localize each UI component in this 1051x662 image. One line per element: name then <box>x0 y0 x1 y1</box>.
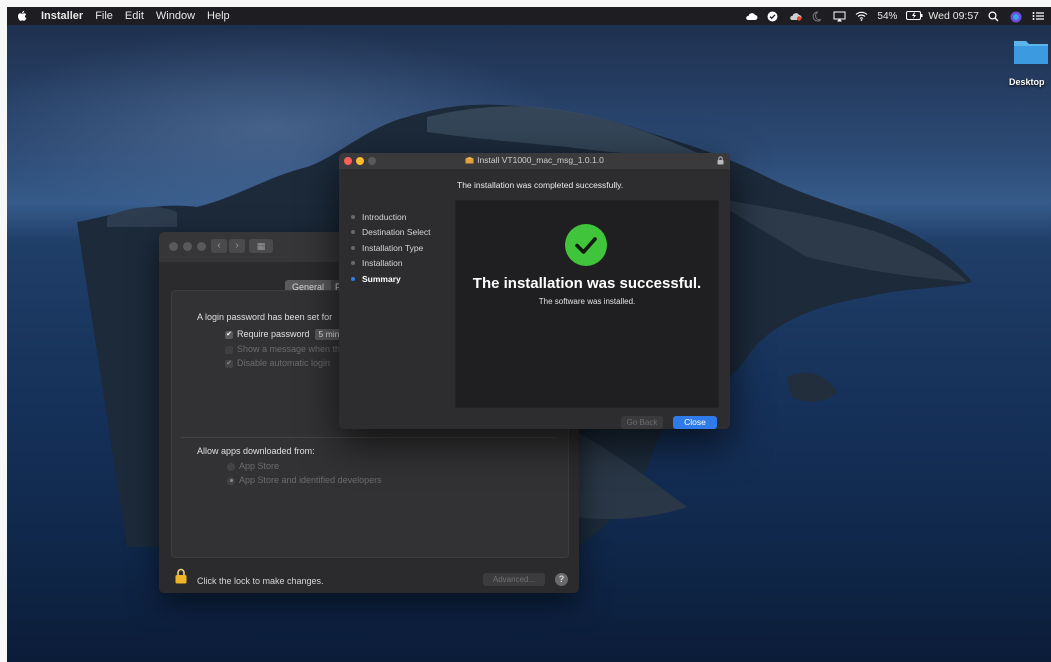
app-store-option: App Store <box>227 461 279 471</box>
section-divider <box>181 437 557 438</box>
minimize-traffic-light[interactable] <box>183 242 192 251</box>
battery-charging-icon[interactable] <box>906 11 923 21</box>
menu-edit[interactable]: Edit <box>125 10 144 22</box>
installer-window: Install VT1000_mac_msg_1.0.1.0 The insta… <box>339 153 730 429</box>
desktop-folder-label[interactable]: Desktop <box>1009 77 1045 87</box>
search-icon[interactable] <box>988 11 1001 22</box>
step-label: Introduction <box>362 211 407 222</box>
installer-title-row: Install VT1000_mac_msg_1.0.1.0 <box>339 155 730 165</box>
require-password-row: ✔ Require password 5 minu <box>225 329 349 340</box>
zoom-traffic-light[interactable] <box>197 242 206 251</box>
step-label: Destination Select <box>362 227 431 238</box>
installer-title: Install VT1000_mac_msg_1.0.1.0 <box>477 155 604 165</box>
show-message-row: Show a message when the <box>225 344 345 354</box>
step-summary: Summary <box>351 271 431 287</box>
installer-summary-panel: The installation was successful. The sof… <box>455 200 719 408</box>
step-destination-select: Destination Select <box>351 225 431 241</box>
installer-header: The installation was completed successfu… <box>457 180 624 190</box>
step-label: Installation Type <box>362 242 424 253</box>
checkmark-badge-icon[interactable] <box>767 11 780 22</box>
step-installation-type: Installation Type <box>351 240 431 256</box>
menu-help[interactable]: Help <box>207 10 230 22</box>
menu-window[interactable]: Window <box>156 10 195 22</box>
step-dot <box>351 214 355 219</box>
step-dot <box>351 245 355 250</box>
step-introduction: Introduction <box>351 209 431 225</box>
menu-app-name[interactable]: Installer <box>41 10 83 22</box>
identified-developers-radio[interactable] <box>227 476 235 485</box>
allow-apps-label: Allow apps downloaded from: <box>197 446 315 456</box>
success-checkmark-icon <box>565 224 607 266</box>
show-all-grid-icon[interactable]: ▦ <box>249 239 273 253</box>
titlebar-lock-icon <box>717 156 724 165</box>
close-button[interactable]: Close <box>673 416 717 429</box>
identified-developers-option: App Store and identified developers <box>227 475 382 485</box>
help-button[interactable]: ? <box>555 573 568 586</box>
airplay-icon[interactable] <box>833 11 846 22</box>
success-title: The installation was successful. <box>472 275 702 292</box>
battery-percentage[interactable]: 54% <box>877 11 897 22</box>
go-back-button[interactable]: Go Back <box>621 416 663 429</box>
creative-cloud-icon[interactable] <box>789 11 802 21</box>
show-message-label: Show a message when the <box>237 344 346 354</box>
app-store-radio[interactable] <box>227 462 235 471</box>
step-installation: Installation <box>351 256 431 272</box>
menu-file[interactable]: File <box>95 10 113 22</box>
identified-developers-label: App Store and identified developers <box>239 475 382 485</box>
siri-icon[interactable] <box>1010 11 1023 23</box>
step-label: Summary <box>362 273 401 284</box>
back-nav-icon[interactable]: ‹ <box>211 239 227 253</box>
desktop-screen: Installer File Edit Window Help 54% Wed … <box>7 7 1051 662</box>
step-dot <box>351 230 355 235</box>
lock-icon[interactable] <box>175 568 187 584</box>
status-tray: 54% Wed 09:57 <box>745 7 1045 25</box>
require-password-label: Require password <box>237 329 310 339</box>
advanced-button[interactable]: Advanced... <box>483 573 545 586</box>
login-password-text: A login password has been set for <box>197 312 333 322</box>
lock-text: Click the lock to make changes. <box>197 576 324 586</box>
installer-steps: Introduction Destination Select Installa… <box>351 209 431 287</box>
success-subtitle: The software was installed. <box>538 297 636 306</box>
menu-bar: Installer File Edit Window Help 54% Wed … <box>7 7 1051 25</box>
desktop-folder-icon[interactable] <box>1013 37 1049 65</box>
wifi-icon[interactable] <box>855 11 868 21</box>
apple-menu-icon[interactable] <box>17 10 29 22</box>
package-icon <box>465 157 474 164</box>
close-traffic-light[interactable] <box>169 242 178 251</box>
step-label: Installation <box>362 258 403 269</box>
step-dot-active <box>351 276 355 281</box>
cloud-icon[interactable] <box>745 11 758 21</box>
disable-login-checkbox[interactable]: ✔ <box>225 359 233 368</box>
show-message-checkbox[interactable] <box>225 345 233 354</box>
moon-icon[interactable] <box>811 11 824 22</box>
disable-login-row: ✔ Disable automatic login <box>225 358 330 368</box>
clock[interactable]: Wed 09:57 <box>928 10 979 22</box>
notification-center-icon[interactable] <box>1032 11 1045 21</box>
step-dot <box>351 261 355 266</box>
require-password-checkbox[interactable]: ✔ <box>225 330 233 339</box>
installer-titlebar[interactable]: Install VT1000_mac_msg_1.0.1.0 <box>339 153 730 169</box>
app-store-label: App Store <box>239 461 280 471</box>
disable-login-label: Disable automatic login <box>237 358 331 368</box>
forward-nav-icon[interactable]: › <box>229 239 245 253</box>
